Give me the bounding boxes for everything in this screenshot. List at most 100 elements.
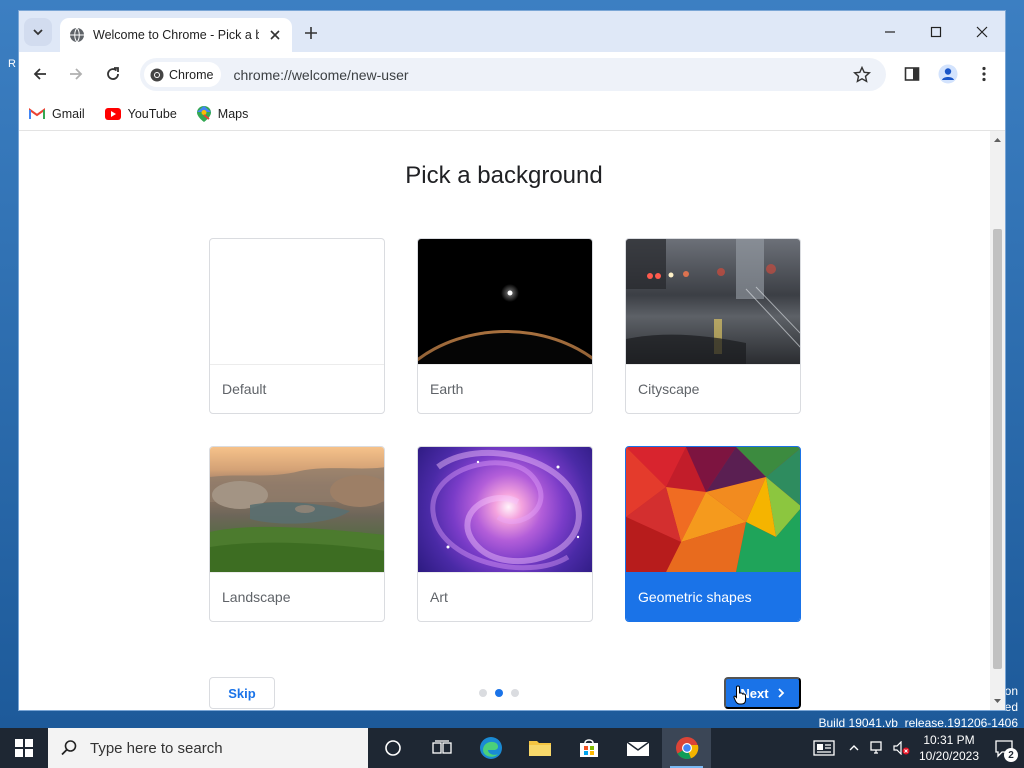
action-center-button[interactable]: 2 xyxy=(984,728,1024,768)
card-label: Geometric shapes xyxy=(626,572,800,621)
arrow-left-icon xyxy=(33,68,46,80)
skip-button[interactable]: Skip xyxy=(209,677,275,709)
scrollbar-thumb[interactable] xyxy=(993,229,1002,669)
chevron-down-icon xyxy=(33,29,43,36)
card-label: Cityscape xyxy=(626,364,800,413)
background-card-geometric-shapes[interactable]: Geometric shapes xyxy=(625,446,801,622)
scroll-up-icon[interactable] xyxy=(994,137,1001,144)
card-label: Landscape xyxy=(210,572,384,621)
progress-dots xyxy=(479,689,519,697)
task-view-button-2[interactable] xyxy=(417,728,466,768)
gmail-icon xyxy=(29,107,45,119)
page-title: Pick a background xyxy=(405,162,603,189)
taskbar-mail[interactable] xyxy=(613,728,662,768)
card-label: Default xyxy=(210,364,384,413)
task-view-icon xyxy=(431,740,452,754)
notification-count-badge: 2 xyxy=(1004,748,1018,762)
news-icon xyxy=(813,740,835,756)
maximize-button[interactable] xyxy=(913,11,959,52)
address-bar[interactable]: Chrome chrome://welcome/new-user xyxy=(140,58,886,91)
chrome-logo-icon xyxy=(150,68,164,81)
bookmark-star-button[interactable] xyxy=(852,65,872,85)
taskbar-search-box[interactable]: Type here to search xyxy=(48,728,368,768)
card-label: Earth xyxy=(418,364,592,413)
watermark-line-2: ed xyxy=(1004,700,1018,714)
background-card-cityscape[interactable]: Cityscape xyxy=(625,238,801,414)
new-tab-button[interactable] xyxy=(300,22,322,44)
menu-button[interactable] xyxy=(970,60,998,88)
youtube-icon xyxy=(104,107,121,120)
taskbar-search-placeholder: Type here to search xyxy=(90,739,223,757)
window-close-button[interactable] xyxy=(959,11,1005,52)
reload-button[interactable] xyxy=(99,60,127,88)
geometric-image xyxy=(626,447,800,572)
page-content: Pick a background Default Earth Cityscap… xyxy=(19,131,1005,710)
search-icon xyxy=(61,740,77,756)
star-icon xyxy=(853,65,871,83)
background-card-earth[interactable]: Earth xyxy=(417,238,593,414)
progress-dot-active xyxy=(495,689,503,697)
task-view-button[interactable] xyxy=(368,728,417,768)
card-label: Art xyxy=(418,572,592,621)
windows-logo-icon xyxy=(15,739,33,757)
bookmark-youtube[interactable]: YouTube xyxy=(104,106,177,121)
geometric-thumbnail xyxy=(626,447,800,572)
avatar-icon xyxy=(938,64,958,84)
profile-button[interactable] xyxy=(934,60,962,88)
arrow-right-icon xyxy=(70,68,83,80)
earth-thumbnail xyxy=(418,239,592,364)
store-icon xyxy=(579,739,598,757)
edge-icon xyxy=(479,737,502,759)
background-card-art[interactable]: Art xyxy=(417,446,593,622)
system-tray: 10:31 PM 10/20/2023 2 xyxy=(806,728,1024,768)
watermark-line-1: on xyxy=(1004,684,1018,698)
taskbar-file-explorer[interactable] xyxy=(515,728,564,768)
maximize-icon xyxy=(930,26,942,37)
folder-icon xyxy=(528,741,551,756)
tab-search-button[interactable] xyxy=(24,18,52,46)
news-widget[interactable] xyxy=(806,728,842,768)
chrome-window: Welcome to Chrome - Pick a b Chrome chro… xyxy=(18,10,1006,711)
bookmark-maps-label: Maps xyxy=(217,106,249,121)
globe-icon xyxy=(70,27,84,43)
tab-close-button[interactable] xyxy=(267,27,283,43)
more-vert-icon xyxy=(982,66,986,82)
reload-icon xyxy=(107,67,119,80)
taskbar-chrome[interactable] xyxy=(662,728,711,768)
default-thumbnail xyxy=(210,239,384,364)
taskbar-store[interactable] xyxy=(564,728,613,768)
taskbar-clock[interactable]: 10:31 PM 10/20/2023 xyxy=(914,732,984,764)
network-icon xyxy=(870,741,882,754)
show-hidden-icons-button[interactable] xyxy=(842,728,866,768)
start-button[interactable] xyxy=(0,728,48,768)
cortana-icon xyxy=(384,740,401,756)
side-panel-button[interactable] xyxy=(898,60,926,88)
minimize-button[interactable] xyxy=(867,11,913,52)
site-info-chip[interactable]: Chrome xyxy=(144,62,222,87)
network-button[interactable] xyxy=(866,728,890,768)
background-card-landscape[interactable]: Landscape xyxy=(209,446,385,622)
url-text[interactable]: chrome://welcome/new-user xyxy=(233,67,408,83)
clock-time: 10:31 PM xyxy=(923,733,975,747)
browser-toolbar: Chrome chrome://welcome/new-user xyxy=(19,52,1005,97)
back-button[interactable] xyxy=(26,60,54,88)
hand-cursor-icon xyxy=(733,685,746,705)
bookmark-gmail[interactable]: Gmail xyxy=(29,107,85,121)
bookmark-maps[interactable]: Maps xyxy=(196,105,249,122)
volume-button[interactable] xyxy=(890,728,914,768)
taskbar-edge[interactable] xyxy=(466,728,515,768)
background-card-default[interactable]: Default xyxy=(209,238,385,414)
vertical-scrollbar[interactable] xyxy=(990,131,1005,710)
landscape-image xyxy=(210,467,384,572)
bookmark-youtube-label: YouTube xyxy=(127,106,177,121)
art-image xyxy=(430,450,582,571)
progress-dot xyxy=(479,689,487,697)
active-tab[interactable]: Welcome to Chrome - Pick a b xyxy=(60,18,292,52)
bookmark-gmail-label: Gmail xyxy=(52,106,85,121)
earth-image xyxy=(418,284,592,364)
close-icon xyxy=(976,26,988,37)
scroll-down-icon[interactable] xyxy=(994,697,1001,704)
forward-button[interactable] xyxy=(62,60,90,88)
site-info-chip-label: Chrome xyxy=(169,67,214,82)
desktop-edge-text: R xyxy=(8,58,16,70)
